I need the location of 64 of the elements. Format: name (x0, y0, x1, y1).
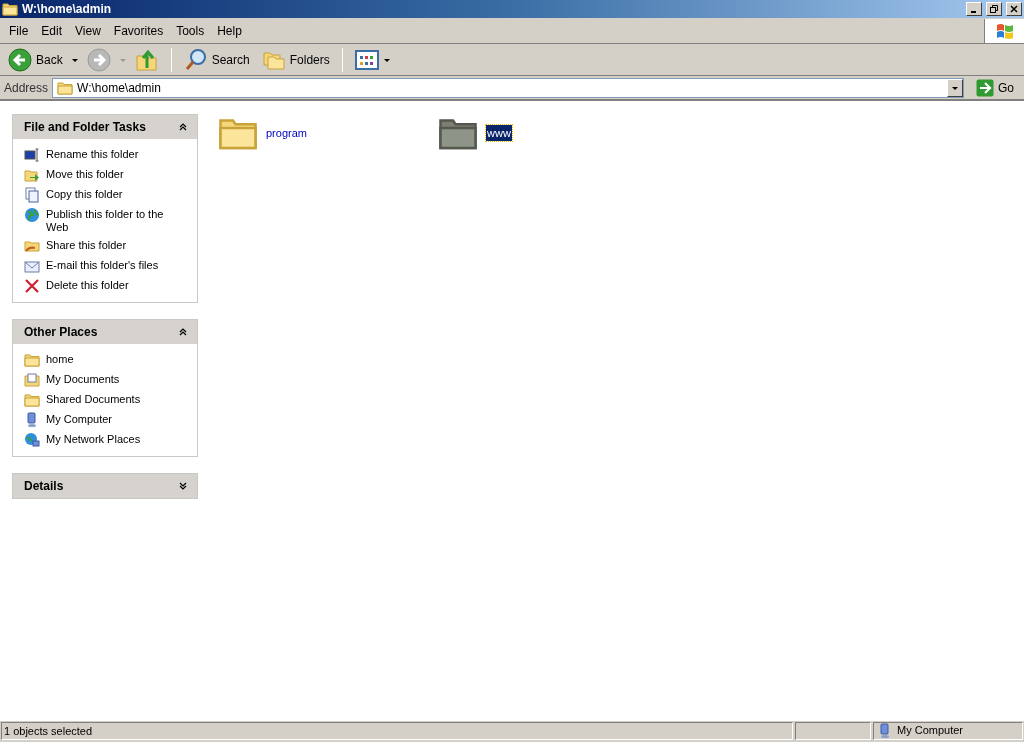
menu-item[interactable]: View (70, 19, 106, 42)
delete-icon (24, 278, 40, 294)
minimize-button[interactable] (966, 2, 982, 16)
restore-icon (990, 5, 998, 13)
folder-icon (24, 392, 40, 408)
task-link[interactable]: Publish this folder to the Web (46, 207, 171, 234)
task-link[interactable]: Share this folder (46, 238, 127, 252)
views-grid-icon (354, 47, 379, 72)
share-icon (24, 238, 40, 254)
folder-name: www (486, 124, 512, 142)
panel-header[interactable]: Details (13, 474, 197, 498)
move-icon (24, 167, 40, 183)
search-icon (183, 47, 208, 72)
folder-item[interactable]: program (218, 113, 338, 153)
menu-item[interactable]: Edit (36, 19, 68, 42)
window-title: W:\home\admin (22, 1, 113, 18)
go-button[interactable]: Go (972, 77, 1020, 98)
task-link[interactable]: Move this folder (46, 167, 124, 181)
panel-header[interactable]: Other Places (13, 320, 197, 344)
folder-icon (24, 352, 40, 368)
envelope-icon (24, 258, 40, 274)
copy-icon (24, 187, 40, 203)
rename-icon (24, 147, 40, 163)
panel-title: Details (24, 478, 64, 495)
globe-icon (24, 207, 40, 223)
address-label: Address (4, 79, 49, 97)
folder-name: program (266, 125, 307, 141)
go-arrow-icon (976, 78, 994, 97)
task-link[interactable]: Delete this folder (46, 278, 129, 292)
collapse-chevron-icon[interactable] (179, 328, 187, 336)
zone-label: My Computer (897, 723, 964, 739)
folder-item[interactable]: www (438, 113, 558, 153)
folder-icon (2, 1, 18, 17)
task-link[interactable]: E-mail this folder's files (46, 258, 159, 272)
menu-item[interactable]: Tools (171, 19, 210, 42)
panel-title: Other Places (24, 324, 98, 341)
menu-item[interactable]: File (4, 19, 34, 42)
search-button[interactable]: Search (179, 45, 254, 74)
expand-chevron-icon[interactable] (179, 482, 187, 490)
close-button[interactable] (1006, 2, 1022, 16)
close-icon (1010, 5, 1018, 13)
menu-item[interactable]: Favorites (108, 19, 169, 42)
documents-folder-icon (24, 372, 40, 388)
panel-header[interactable]: File and Folder Tasks (13, 115, 197, 139)
task-link[interactable]: Rename this folder (46, 147, 139, 161)
restore-button[interactable] (986, 2, 1002, 16)
folder-icon (57, 79, 74, 96)
task-link[interactable]: My Network Places (46, 432, 141, 446)
dropdown-button[interactable] (947, 78, 963, 97)
collapse-chevron-icon[interactable] (179, 123, 187, 131)
status-message: 1 objects selected (1, 721, 793, 740)
task-link[interactable]: My Documents (46, 372, 120, 386)
task-link[interactable]: My Computer (46, 412, 113, 426)
address-field[interactable]: W:\home\admin (52, 77, 964, 98)
task-link[interactable]: Copy this folder (46, 187, 123, 201)
network-icon (24, 432, 40, 448)
folders-button[interactable]: Folders (257, 45, 334, 74)
task-link[interactable]: Shared Documents (46, 392, 141, 406)
address-text: W:\home\admin (77, 79, 162, 97)
panel-title: File and Folder Tasks (24, 119, 146, 136)
folder-up-arrow-icon (134, 47, 159, 72)
back-button[interactable]: Back (4, 45, 67, 74)
task-link[interactable]: home (46, 352, 74, 366)
menu-item[interactable]: Help (212, 19, 247, 42)
